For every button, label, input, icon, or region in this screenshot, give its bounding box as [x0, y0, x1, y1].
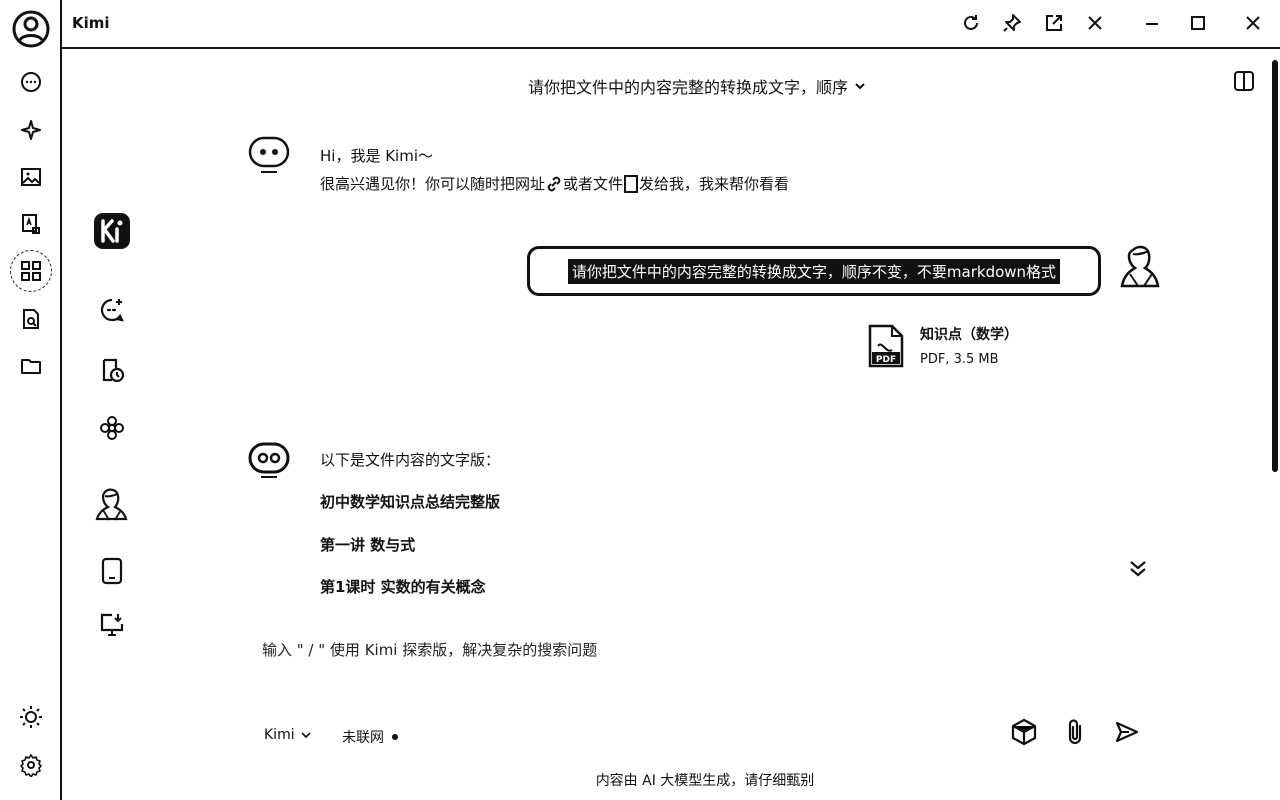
send-icon[interactable] [1111, 716, 1143, 748]
apps-grid-icon[interactable] [10, 250, 52, 292]
greeting-message: Hi，我是 Kimi～ 很高兴遇见你！你可以随时把网址 或者文件 发给我，我来帮… [320, 142, 789, 198]
split-view-icon[interactable] [1233, 70, 1255, 92]
greeting-line-2: 很高兴遇见你！你可以随时把网址 或者文件 发给我，我来帮你看看 [320, 170, 789, 198]
sparkle-icon[interactable] [17, 116, 45, 144]
sun-icon[interactable] [17, 703, 45, 731]
chevron-down-icon [855, 83, 865, 90]
chat-title-text: 请你把文件中的内容完整的转换成文字，顺序 [528, 78, 849, 97]
chat-input[interactable] [262, 636, 962, 664]
popout-icon[interactable] [1043, 12, 1065, 34]
response-heading: 初中数学知识点总结完整版 [320, 493, 501, 511]
bot-avatar-icon [248, 438, 290, 480]
app-title: Kimi [72, 14, 110, 32]
file-meta: PDF, 3.5 MB [920, 352, 999, 367]
link-icon [547, 176, 561, 192]
translate-icon[interactable] [17, 210, 45, 238]
status-dot [392, 734, 398, 740]
scroll-to-bottom-icon[interactable] [1126, 556, 1150, 580]
network-label: 未联网 [342, 730, 384, 746]
file-attachment[interactable]: PDF 知识点（数学） PDF, 3.5 MB [866, 324, 1018, 368]
maximize-icon[interactable] [1187, 12, 1209, 34]
response-section: 第一讲 数与式 [320, 536, 416, 554]
response-intro: 以下是文件内容的文字版： [320, 451, 501, 469]
kimi-logo-icon[interactable] [92, 211, 132, 251]
user-message-text: 请你把文件中的内容完整的转换成文字，顺序不变，不要markdown格式 [567, 258, 1061, 284]
history-icon[interactable] [92, 350, 132, 390]
attachment-icon[interactable] [1059, 716, 1091, 748]
new-chat-icon[interactable] [92, 290, 132, 330]
left-rail [0, 0, 62, 800]
file-name: 知识点（数学） [920, 327, 1018, 343]
secondary-sidebar [92, 200, 134, 660]
model-select[interactable]: Kimi [264, 727, 311, 743]
user-avatar-icon[interactable] [10, 8, 52, 50]
user-message-bubble: 请你把文件中的内容完整的转换成文字，顺序不变，不要markdown格式 [527, 246, 1101, 296]
response-subsection: 第1课时 实数的有关概念 [320, 578, 486, 596]
minimize-icon[interactable] [1141, 12, 1163, 34]
flower-icon[interactable] [92, 408, 132, 448]
user-avatar-icon [1118, 242, 1164, 294]
folder-icon[interactable] [17, 352, 45, 380]
file-icon [624, 175, 639, 193]
network-toggle[interactable]: 未联网 [342, 727, 398, 747]
scrollbar[interactable] [1272, 60, 1278, 472]
greeting-text-c: 发给我，我来帮你看看 [639, 175, 790, 193]
greeting-line-1: Hi，我是 Kimi～ [320, 147, 433, 165]
greeting-text-b: 或者文件 [563, 175, 624, 193]
pin-icon[interactable] [1001, 12, 1023, 34]
image-icon[interactable] [17, 163, 45, 191]
pdf-icon: PDF [866, 324, 906, 368]
close-window-icon[interactable] [1242, 12, 1264, 34]
chat-title[interactable]: 请你把文件中的内容完整的转换成文字，顺序 [528, 74, 866, 98]
chat-bubble-icon[interactable] [17, 68, 45, 96]
refresh-icon[interactable] [960, 12, 982, 34]
tablet-icon[interactable] [92, 551, 132, 591]
greeting-text-a: 很高兴遇见你！你可以随时把网址 [320, 175, 546, 193]
chevron-down-icon [301, 732, 311, 739]
profile-avatar-icon[interactable] [92, 485, 132, 525]
close-panel-icon[interactable] [1084, 12, 1106, 34]
model-label: Kimi [264, 727, 295, 743]
title-bar: Kimi [60, 0, 1280, 49]
disclaimer-text: 内容由 AI 大模型生成，请仔细甄别 [595, 773, 815, 789]
bot-avatar-icon [248, 134, 290, 176]
screen-download-icon[interactable] [92, 605, 132, 645]
doc-search-icon[interactable] [17, 305, 45, 333]
cube-icon[interactable] [1008, 716, 1040, 748]
pdf-badge-text: PDF [876, 355, 896, 365]
